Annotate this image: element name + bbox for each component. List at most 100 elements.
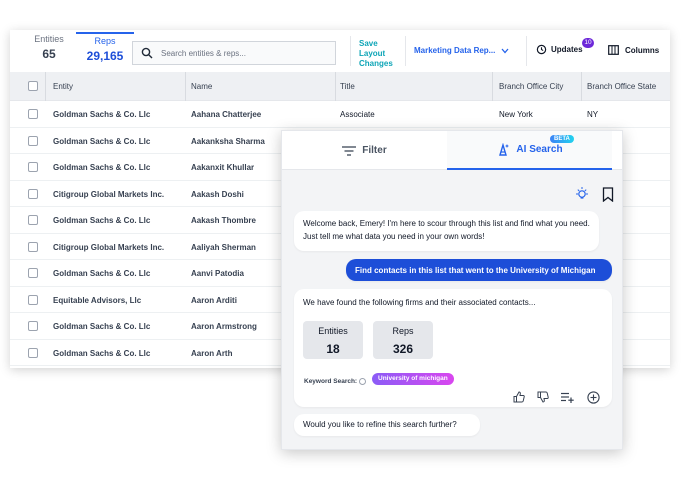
row-checkbox[interactable]	[28, 241, 38, 252]
name-cell: Aakanksha Sharma	[191, 136, 265, 146]
history-icon	[536, 44, 547, 55]
result-reps-label: Reps	[392, 326, 414, 336]
entities-count: 65	[42, 47, 56, 61]
entity-cell: Goldman Sachs & Co. Llc	[53, 322, 151, 331]
row-checkbox[interactable]	[28, 162, 38, 172]
thumbs-up-icon[interactable]	[512, 390, 526, 404]
updates-button[interactable]: Updates	[536, 44, 583, 55]
column-divider	[45, 72, 46, 101]
table-header: Entity Name Title Branch Office City Bra…	[10, 72, 670, 101]
row-checkbox[interactable]	[28, 188, 38, 199]
name-cell: Aaron Arditi	[191, 295, 237, 305]
entity-cell: Goldman Sachs & Co. Llc	[53, 216, 151, 225]
tab-filter[interactable]: Filter	[282, 131, 447, 170]
entity-cell: Goldman Sachs & Co. Llc	[53, 269, 151, 278]
search-box[interactable]	[132, 41, 336, 65]
updates-label: Updates	[551, 45, 583, 54]
columns-label: Columns	[625, 45, 660, 55]
tab-ai-search-label: AI Search	[516, 144, 563, 155]
entity-cell: Goldman Sachs & Co. Llc	[53, 348, 151, 358]
divider	[350, 36, 351, 66]
column-header-name[interactable]: Name	[191, 82, 212, 91]
ai-sparkle-icon	[499, 143, 510, 156]
entities-tab-label: Entities	[34, 34, 64, 44]
result-text: We have found the following firms and th…	[303, 298, 536, 307]
entity-cell: Goldman Sachs & Co. Llc	[53, 110, 151, 119]
reps-tab[interactable]: Reps 29,165	[76, 32, 134, 68]
reps-count: 29,165	[86, 49, 124, 63]
reps-tab-label: Reps	[94, 36, 116, 46]
column-divider	[335, 72, 336, 101]
search-input[interactable]	[161, 48, 331, 58]
filter-icon	[342, 145, 357, 156]
title-cell: Associate	[340, 110, 375, 119]
add-to-list-icon[interactable]	[560, 390, 574, 404]
result-reps-box[interactable]: Reps 326	[373, 321, 433, 359]
column-divider	[492, 72, 493, 101]
assistant-followup-message: Would you like to refine this search fur…	[294, 414, 480, 436]
select-all-checkbox[interactable]	[28, 81, 38, 91]
entity-cell: Citigroup Global Markets Inc.	[53, 189, 165, 199]
row-checkbox[interactable]	[28, 294, 38, 305]
assistant-welcome-message: Welcome back, Emery! I'm here to scour t…	[294, 211, 599, 251]
thumbs-down-icon[interactable]	[536, 390, 550, 404]
keyword-search-text: Keyword Search:	[304, 378, 358, 385]
result-entities-count: 18	[326, 342, 340, 356]
plus-circle-icon[interactable]	[586, 390, 600, 404]
name-cell: Aakanxit Khullar	[191, 163, 255, 172]
column-header-state[interactable]: Branch Office State	[587, 82, 656, 91]
row-checkbox[interactable]	[28, 215, 38, 225]
assistant-result-message: We have found the following firms and th…	[294, 289, 612, 407]
bookmark-icon[interactable]	[598, 184, 618, 204]
column-divider	[185, 72, 186, 101]
lightbulb-icon[interactable]	[572, 184, 592, 204]
dataset-label: Marketing Data Rep...	[414, 46, 496, 55]
updates-badge: 10	[582, 38, 594, 48]
column-header-city[interactable]: Branch Office City	[499, 82, 563, 91]
columns-icon	[608, 45, 619, 55]
name-cell: Aanvi Patodia	[191, 269, 244, 278]
name-cell: Aaliyah Sherman	[191, 242, 256, 252]
panel-tabs: Filter AI Search BETA	[282, 131, 622, 170]
row-checkbox[interactable]	[28, 268, 38, 278]
save-layout-button[interactable]: Save Layout Changes	[359, 39, 399, 69]
divider	[526, 36, 527, 66]
entity-cell: Goldman Sachs & Co. Llc	[53, 136, 151, 146]
tab-filter-label: Filter	[362, 145, 387, 156]
columns-button[interactable]: Columns	[608, 45, 659, 55]
tab-ai-search[interactable]: AI Search	[447, 131, 612, 170]
result-entities-box[interactable]: Entities 18	[303, 321, 363, 359]
entity-cell: Goldman Sachs & Co. Llc	[53, 163, 151, 172]
entities-tab[interactable]: Entities 65	[28, 34, 70, 61]
row-checkbox[interactable]	[28, 321, 38, 331]
chevron-down-icon	[501, 48, 509, 53]
dataset-dropdown[interactable]: Marketing Data Rep...	[414, 46, 509, 55]
ai-search-panel: Filter AI Search BETA Welcome back, Emer…	[281, 130, 623, 450]
search-icon	[141, 47, 153, 59]
toolbar: Entities 65 Reps 29,165 Save Layout Chan…	[10, 30, 670, 70]
entity-cell: Citigroup Global Markets Inc.	[53, 242, 165, 252]
column-divider	[581, 72, 582, 101]
user-query-message: Find contacts in this list that went to …	[346, 259, 612, 281]
name-cell: Aakash Doshi	[191, 189, 244, 199]
column-header-title[interactable]: Title	[340, 82, 355, 91]
table-row[interactable]: Goldman Sachs & Co. Llc Aahana Chatterje…	[10, 101, 670, 128]
result-entities-label: Entities	[318, 326, 348, 336]
name-cell: Aaron Arth	[191, 348, 233, 358]
row-checkbox[interactable]	[28, 135, 38, 146]
divider	[405, 36, 406, 66]
info-icon[interactable]	[359, 378, 367, 385]
keyword-search-label: Keyword Search:	[304, 375, 367, 388]
beta-badge: BETA	[550, 135, 574, 143]
column-header-entity[interactable]: Entity	[53, 82, 73, 91]
keyword-chip[interactable]: University of michigan	[372, 373, 454, 385]
city-cell: New York	[499, 110, 533, 119]
entity-cell: Equitable Advisors, Llc	[53, 295, 142, 305]
name-cell: Aaron Armstrong	[191, 322, 257, 331]
name-cell: Aakash Thombre	[191, 216, 256, 225]
state-cell: NY	[587, 110, 599, 119]
row-checkbox[interactable]	[28, 109, 38, 119]
name-cell: Aahana Chatterjee	[191, 110, 262, 119]
result-reps-count: 326	[392, 342, 414, 356]
row-checkbox[interactable]	[28, 347, 38, 358]
